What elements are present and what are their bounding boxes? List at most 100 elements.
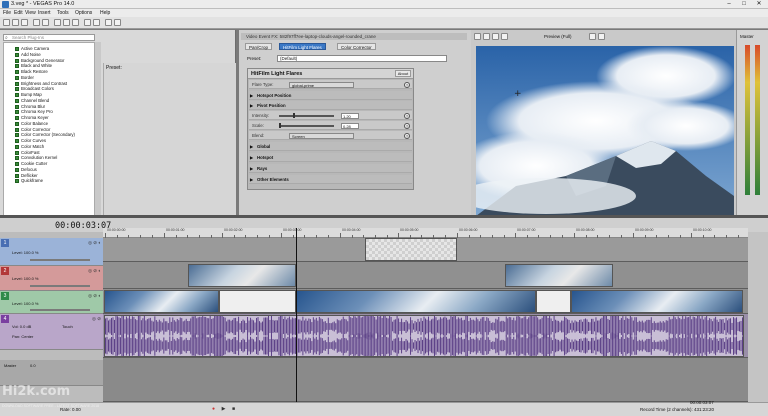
- white-clip[interactable]: [536, 290, 571, 313]
- track-buttons[interactable]: ◎ ⊘ ◐: [88, 293, 101, 299]
- chip-pan-crop[interactable]: Pan/Crop: [245, 43, 273, 50]
- plugin-explorer: ⌕ Search Plug-Ins Active Camera Add Noise…: [0, 30, 236, 245]
- new-project-icon[interactable]: [3, 19, 10, 26]
- fx-item-label: Defocus: [21, 166, 37, 172]
- redo-icon[interactable]: [93, 19, 100, 26]
- section-rays[interactable]: ▶ Rays: [249, 164, 412, 173]
- overlays-icon[interactable]: [501, 33, 508, 40]
- menu-view[interactable]: View: [25, 10, 36, 16]
- menu-tools[interactable]: Tools: [57, 10, 69, 16]
- cut-icon[interactable]: [54, 19, 61, 26]
- light-flares-panel: HitFilm Light Flares About Flare Type: g…: [247, 68, 414, 190]
- search-input[interactable]: ⌕ Search Plug-Ins: [3, 34, 95, 41]
- video-frame[interactable]: +: [476, 46, 734, 216]
- flare-type-dropdown[interactable]: global-prime: [289, 81, 354, 88]
- plugin-icon: [15, 87, 19, 92]
- list-scrollbar[interactable]: [95, 42, 101, 238]
- transparent-clip[interactable]: [365, 238, 457, 261]
- project-properties-icon[interactable]: [474, 33, 481, 40]
- intensity-value[interactable]: 1.20: [341, 112, 359, 119]
- keyframe-icon[interactable]: ◷: [404, 81, 410, 88]
- maximize-icon[interactable]: □: [737, 0, 751, 9]
- render-icon[interactable]: [42, 19, 49, 26]
- about-button[interactable]: About: [395, 70, 411, 77]
- preview-quality-dropdown[interactable]: Preview (Full): [544, 34, 572, 39]
- track-header-3[interactable]: 3 Level: 100.0 % ◎ ⊘ ◐: [0, 291, 103, 314]
- menu-edit[interactable]: Edit: [14, 10, 23, 16]
- paste-icon[interactable]: [72, 19, 79, 26]
- fx-list[interactable]: Active Camera Add Noise Background Generat…: [3, 42, 95, 236]
- video-clip[interactable]: [505, 264, 613, 287]
- intensity-slider[interactable]: [279, 113, 334, 118]
- plugin-icon: [15, 173, 19, 178]
- automation-mode[interactable]: Touch: [62, 324, 73, 329]
- section-global[interactable]: ▶ Global: [249, 142, 412, 151]
- keyframe-icon[interactable]: ◷: [404, 112, 410, 119]
- timeline-scrollbar[interactable]: [748, 232, 768, 402]
- empty-lane[interactable]: [103, 358, 748, 402]
- zoom-tool-icon[interactable]: [114, 19, 121, 26]
- track-buttons[interactable]: ◎ ⊘ ◐: [88, 268, 101, 274]
- track-header-4-audio[interactable]: 4 Vol: 0.0 dB Pan: Center Touch ◎ ⊘: [0, 314, 103, 350]
- video-clip[interactable]: [296, 290, 536, 313]
- playhead-cursor[interactable]: [296, 228, 297, 402]
- track-volume: Vol: 0.0 dB: [12, 324, 32, 329]
- minimize-icon[interactable]: –: [722, 0, 736, 9]
- keyframe-icon[interactable]: ◷: [404, 132, 410, 139]
- save-snapshot-icon[interactable]: [598, 33, 605, 40]
- fx-window-header: Video Event FX: 582f97ff7ee-laptop-cloud…: [241, 33, 467, 40]
- close-icon[interactable]: ✕: [752, 0, 766, 9]
- audio-clip[interactable]: [104, 315, 744, 357]
- menu-insert[interactable]: Insert: [38, 10, 51, 16]
- keyframe-icon[interactable]: ◷: [404, 122, 410, 129]
- track-header-1[interactable]: 1 Level: 100.0 % ◎ ⊘ ◐: [0, 238, 103, 266]
- section-pivot-position[interactable]: ▶ Pivot Position: [249, 101, 412, 110]
- open-icon[interactable]: [12, 19, 19, 26]
- fx-preset-row: Preset: (Default): [245, 55, 471, 63]
- scale-slider[interactable]: [279, 123, 334, 128]
- ruler-label: 00:00:08:00: [576, 228, 595, 232]
- level-slider[interactable]: [30, 285, 90, 287]
- video-clip[interactable]: [188, 264, 296, 287]
- chip-color-corrector[interactable]: Color Corrector: [337, 43, 376, 50]
- track-lane-2[interactable]: [103, 262, 748, 289]
- chip-hitfilm-light-flares[interactable]: HitFilm Light Flares: [279, 43, 326, 50]
- copy-snapshot-icon[interactable]: [589, 33, 596, 40]
- blend-dropdown[interactable]: Screen: [289, 132, 354, 139]
- track-lane-1[interactable]: [103, 238, 748, 262]
- scale-value[interactable]: 0.28: [341, 122, 359, 129]
- save-icon[interactable]: [21, 19, 28, 26]
- track-buttons[interactable]: ◎ ⊘ ◐: [88, 240, 101, 246]
- menu-options[interactable]: Options: [75, 10, 92, 16]
- properties-icon[interactable]: [33, 19, 40, 26]
- timeline-tracks[interactable]: [103, 238, 748, 402]
- section-other-elements[interactable]: ▶ Other Elements: [249, 175, 412, 184]
- fx-list-item[interactable]: Quickframe: [4, 178, 94, 184]
- track-header-2[interactable]: 2 Level: 100.0 % ◎ ⊘ ◐: [0, 266, 103, 291]
- end-timecode: 00:00:03:07: [690, 400, 714, 405]
- play-icon[interactable]: ▶: [220, 406, 227, 413]
- section-hotspot[interactable]: ▶ Hotspot: [249, 153, 412, 162]
- video-clip[interactable]: [104, 290, 219, 313]
- section-hotspot-position[interactable]: ▶ Hotspot Position: [249, 91, 412, 100]
- fx-preset-dropdown[interactable]: (Default): [277, 55, 447, 62]
- stop-icon[interactable]: ■: [230, 406, 237, 413]
- level-slider[interactable]: [30, 259, 90, 261]
- video-clip[interactable]: [571, 290, 743, 313]
- master-track-header[interactable]: Master 0.0: [0, 360, 103, 386]
- menu-help[interactable]: Help: [100, 10, 110, 16]
- selection-tool-icon[interactable]: [105, 19, 112, 26]
- fx-icon[interactable]: [483, 33, 490, 40]
- track-lane-4-audio[interactable]: [103, 314, 748, 358]
- level-slider[interactable]: [30, 309, 90, 311]
- record-icon[interactable]: ●: [210, 406, 217, 413]
- undo-icon[interactable]: [84, 19, 91, 26]
- copy-icon[interactable]: [63, 19, 70, 26]
- track-buttons[interactable]: ◎ ⊘: [92, 316, 101, 322]
- menu-file[interactable]: File: [3, 10, 11, 16]
- track-lane-3[interactable]: [103, 289, 748, 314]
- time-ruler[interactable]: 00:00:00:00 00:00:01:00 00:00:02:00 00:00:0…: [103, 228, 748, 238]
- split-screen-icon[interactable]: [492, 33, 499, 40]
- expand-icon: ▶: [250, 144, 254, 149]
- white-clip[interactable]: [219, 290, 296, 313]
